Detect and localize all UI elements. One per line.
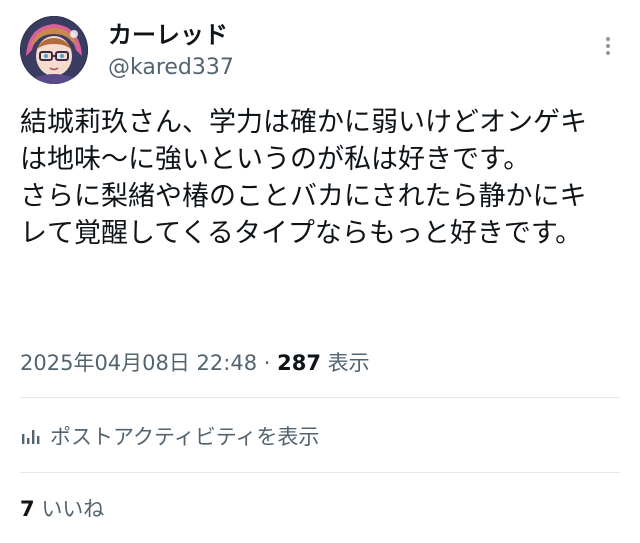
tweet-timestamp[interactable]: 2025年04月08日 22:48 — [20, 351, 257, 375]
tweet-meta: 2025年04月08日 22:48 · 287 表示 — [20, 348, 370, 378]
views-count: 287 — [277, 351, 321, 375]
user-handle[interactable]: @kared337 — [108, 54, 234, 82]
meta-separator: · — [257, 351, 278, 375]
more-vertical-icon[interactable] — [600, 34, 616, 62]
divider — [20, 397, 620, 398]
user-avatar[interactable] — [20, 16, 88, 84]
likes-count: 7 — [20, 497, 35, 521]
post-activity-label: ポストアクティビティを表示 — [50, 425, 320, 449]
post-activity-button[interactable]: ポストアクティビティを表示 — [20, 420, 319, 452]
likes-stat[interactable]: 7 いいね — [20, 494, 104, 524]
likes-label: いいね — [41, 497, 105, 521]
display-name[interactable]: カーレッド — [108, 20, 228, 50]
tweet-header: カーレッド @kared337 — [20, 16, 620, 84]
divider — [20, 472, 620, 473]
analytics-bars-icon — [20, 425, 42, 447]
tweet-detail: カーレッド @kared337 結城莉玖さん、学力は確かに弱いけどオンゲキは地味… — [0, 0, 640, 543]
user-avatar-icon — [20, 16, 88, 84]
views-label: 表示 — [327, 351, 370, 375]
tweet-text: 結城莉玖さん、学力は確かに弱いけどオンゲキは地味〜に強いというのが私は好きです。… — [20, 107, 587, 249]
